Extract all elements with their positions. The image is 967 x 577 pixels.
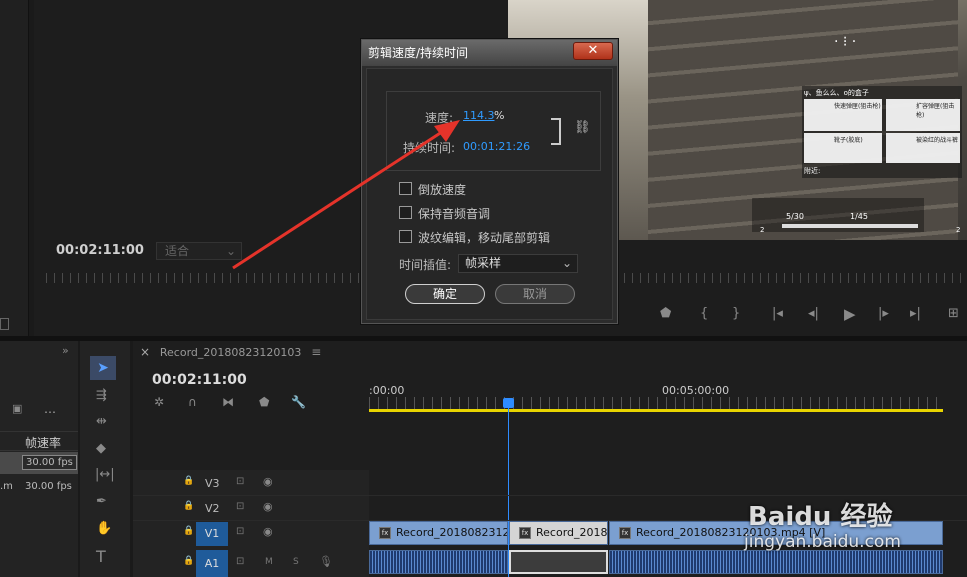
annotation-arrow [232,120,460,270]
